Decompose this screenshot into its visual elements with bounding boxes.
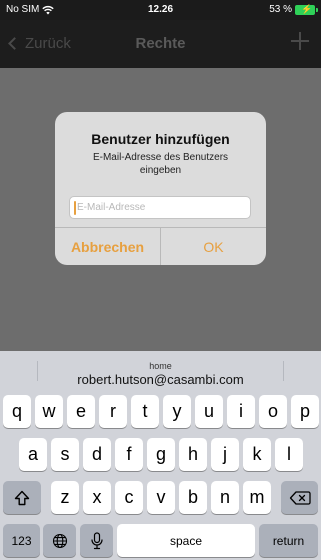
key-n[interactable]: n <box>211 481 239 514</box>
key-y[interactable]: y <box>163 395 191 428</box>
key-i[interactable]: i <box>227 395 255 428</box>
key-a[interactable]: a <box>19 438 47 471</box>
key-z[interactable]: z <box>51 481 79 514</box>
microphone-icon <box>90 531 103 549</box>
return-key[interactable]: return <box>259 524 318 557</box>
dialog-actions: Abbrechen OK <box>55 227 266 265</box>
key-b[interactable]: b <box>179 481 207 514</box>
status-right: 53 % ⚡ <box>269 4 318 15</box>
numbers-key[interactable]: 123 <box>3 524 40 557</box>
key-x[interactable]: x <box>83 481 111 514</box>
dictation-key[interactable] <box>80 524 113 557</box>
suggestion-label: home <box>149 361 172 371</box>
text-cursor <box>74 201 76 215</box>
key-c[interactable]: c <box>115 481 143 514</box>
key-u[interactable]: u <box>195 395 223 428</box>
key-w[interactable]: w <box>35 395 63 428</box>
suggestion-bar[interactable]: home robert.hutson@casambi.com <box>0 351 321 391</box>
add-user-dialog: Benutzer hinzufügen E-Mail-Adresse des B… <box>55 112 266 265</box>
shift-icon <box>14 490 30 505</box>
dialog-message: E-Mail-Adresse des Benutzers eingeben <box>92 152 229 176</box>
shift-key[interactable] <box>3 481 41 514</box>
key-q[interactable]: q <box>3 395 31 428</box>
key-l[interactable]: l <box>275 438 303 471</box>
battery-charging-icon: ⚡ <box>295 4 318 15</box>
status-bar: No SIM 12.26 53 % ⚡ <box>0 0 321 20</box>
key-j[interactable]: j <box>211 438 239 471</box>
add-icon[interactable] <box>291 32 309 50</box>
page-title: Rechte <box>135 35 186 52</box>
globe-key[interactable] <box>43 524 76 557</box>
ok-button[interactable]: OK <box>161 228 266 265</box>
globe-icon <box>52 533 67 548</box>
key-t[interactable]: t <box>131 395 159 428</box>
navigation-bar: Zurück Rechte <box>0 20 321 68</box>
key-s[interactable]: s <box>51 438 79 471</box>
key-g[interactable]: g <box>147 438 175 471</box>
key-v[interactable]: v <box>147 481 175 514</box>
key-k[interactable]: k <box>243 438 271 471</box>
email-field[interactable] <box>69 196 251 219</box>
key-r[interactable]: r <box>99 395 127 428</box>
delete-key[interactable] <box>281 481 318 514</box>
key-e[interactable]: e <box>67 395 95 428</box>
key-h[interactable]: h <box>179 438 207 471</box>
space-key[interactable]: space <box>117 524 255 557</box>
keyboard: home robert.hutson@casambi.com q w e r t… <box>0 351 321 560</box>
key-p[interactable]: p <box>291 395 319 428</box>
battery-percentage: 53 % <box>269 4 292 15</box>
backspace-icon <box>289 490 311 505</box>
key-o[interactable]: o <box>259 395 287 428</box>
key-d[interactable]: d <box>83 438 111 471</box>
key-f[interactable]: f <box>115 438 143 471</box>
email-suggestion[interactable]: robert.hutson@casambi.com <box>0 372 321 387</box>
cancel-button[interactable]: Abbrechen <box>55 228 161 265</box>
dialog-title: Benutzer hinzufügen <box>91 131 230 147</box>
key-m[interactable]: m <box>243 481 271 514</box>
